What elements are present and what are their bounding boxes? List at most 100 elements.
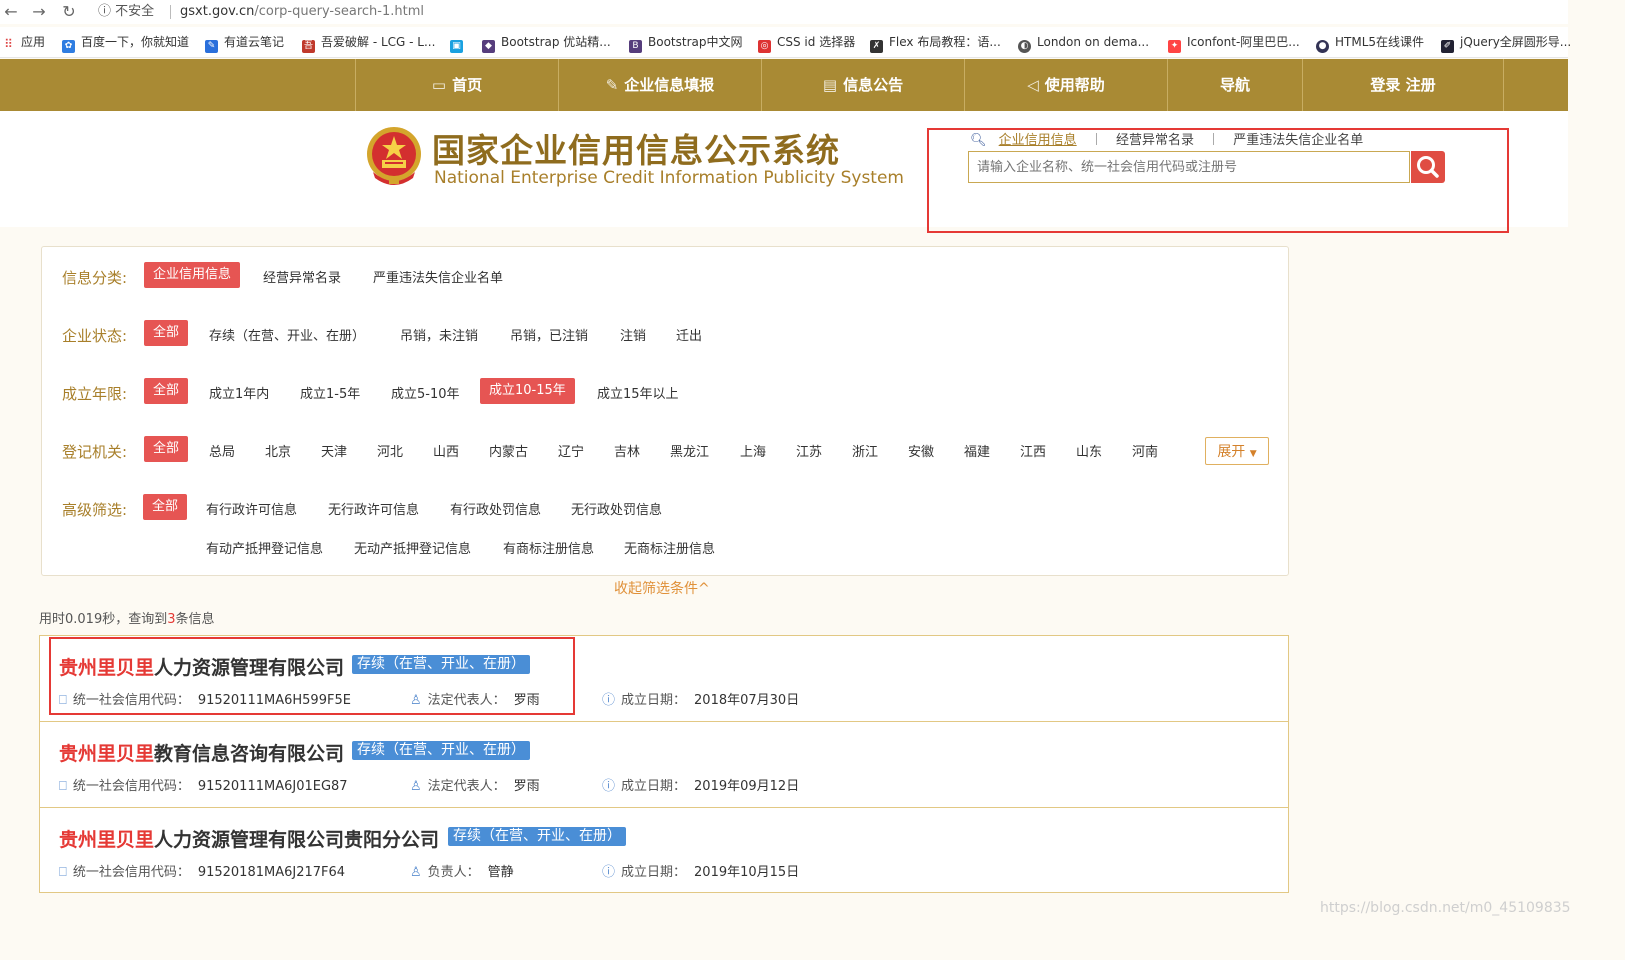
- bookmark-london[interactable]: ◐ London on dema...: [1018, 27, 1149, 57]
- monitor-icon: ▭: [431, 76, 447, 94]
- bookmark-iconfont[interactable]: ✦ Iconfont-阿里巴巴...: [1168, 27, 1300, 57]
- authority-option-jiangxi[interactable]: 江西: [1020, 441, 1046, 460]
- advanced-option-no-trademark[interactable]: 无商标注册信息: [624, 538, 715, 557]
- search-tab-credit[interactable]: 企业信用信息: [999, 129, 1077, 148]
- company-name-link[interactable]: 贵州里贝里人力资源管理有限公司贵阳分公司: [59, 825, 439, 852]
- advanced-option-has-penalty[interactable]: 有行政处罚信息: [450, 499, 541, 518]
- youdao-note-icon: ✎: [205, 40, 218, 53]
- age-option-lt1[interactable]: 成立1年内: [209, 383, 269, 402]
- age-option-1-5[interactable]: 成立1-5年: [300, 383, 360, 402]
- search-tab-blacklist[interactable]: 严重违法失信企业名单: [1233, 129, 1363, 148]
- authority-option-anhui[interactable]: 安徽: [908, 441, 934, 460]
- category-option-blacklist[interactable]: 严重违法失信企业名单: [373, 267, 503, 286]
- main-nav: ▭ 首页 ✎ 企业信息填报 ▤ 信息公告 ◁ 使用帮助 导航 登录 注册: [0, 59, 1568, 111]
- authority-option-fujian[interactable]: 福建: [964, 441, 990, 460]
- bookmark-bilibili[interactable]: ▣: [450, 27, 469, 57]
- iconfont-icon: ✦: [1168, 40, 1181, 53]
- advanced-option-no-penalty[interactable]: 无行政处罚信息: [571, 499, 662, 518]
- bookmark-bootstrap-youzhan[interactable]: ◆ Bootstrap 优站精...: [482, 27, 611, 57]
- status-option-moved-out[interactable]: 迁出: [676, 325, 702, 344]
- search-tab-abnormal[interactable]: 经营异常名录: [1116, 129, 1194, 148]
- bookmark-apps[interactable]: ⠿ 应用: [2, 27, 45, 57]
- nav-info-report[interactable]: ✎ 企业信息填报: [558, 59, 761, 111]
- site-title: 国家企业信用信息公示系统: [432, 131, 840, 170]
- category-option-credit[interactable]: 企业信用信息: [144, 262, 241, 288]
- tab-divider: [1095, 133, 1097, 145]
- authority-option-liaoning[interactable]: 辽宁: [558, 441, 584, 460]
- advanced-option-no-license[interactable]: 无行政许可信息: [328, 499, 419, 518]
- bookmark-jquery[interactable]: ✐ jQuery全屏圆形导...: [1441, 27, 1571, 57]
- person-icon: ♙: [410, 865, 422, 880]
- authority-option-beijing[interactable]: 北京: [265, 441, 291, 460]
- age-option-10-15[interactable]: 成立10-15年: [480, 378, 575, 404]
- site-subtitle: National Enterprise Credit Information P…: [434, 168, 904, 188]
- reload-icon[interactable]: ↻: [58, 2, 80, 22]
- authority-option-zongju[interactable]: 总局: [209, 441, 235, 460]
- book-icon: ⎕: [59, 779, 67, 794]
- age-option-gt15[interactable]: 成立15年以上: [597, 383, 679, 402]
- advanced-option-has-trademark[interactable]: 有商标注册信息: [503, 538, 594, 557]
- credit-code: ⎕ 统一社会信用代码： 91520111MA6H599F5E: [59, 693, 351, 708]
- site-security-indicator[interactable]: ⓘ 不安全: [98, 2, 154, 22]
- bookmark-css-id[interactable]: ◎ CSS id 选择器: [758, 27, 855, 57]
- info-circle-icon: ⓘ: [602, 865, 616, 880]
- tab-divider: [1213, 133, 1215, 145]
- authority-option-all[interactable]: 全部: [144, 436, 189, 462]
- nav-help[interactable]: ◁ 使用帮助: [964, 59, 1167, 111]
- advanced-option-no-mortgage[interactable]: 无动产抵押登记信息: [354, 538, 471, 557]
- authority-option-jilin[interactable]: 吉林: [614, 441, 640, 460]
- status-option-revoked-cancelled[interactable]: 吊销，已注销: [510, 325, 588, 344]
- advanced-option-has-license[interactable]: 有行政许可信息: [206, 499, 297, 518]
- bookmark-html5[interactable]: ● HTML5在线课件: [1316, 27, 1424, 57]
- nav-login-register[interactable]: 登录 注册: [1302, 59, 1504, 111]
- advanced-option-all[interactable]: 全部: [143, 494, 188, 520]
- authority-option-heilongjiang[interactable]: 黑龙江: [670, 441, 709, 460]
- authority-option-jiangsu[interactable]: 江苏: [796, 441, 822, 460]
- status-option-cancelled[interactable]: 注销: [620, 325, 646, 344]
- filter-label-advanced: 高级筛选:: [62, 501, 128, 519]
- category-option-abnormal[interactable]: 经营异常名录: [263, 267, 341, 286]
- authority-option-shandong[interactable]: 山东: [1076, 441, 1102, 460]
- authority-option-henan[interactable]: 河南: [1132, 441, 1158, 460]
- bookmark-baidu[interactable]: ✿ 百度一下，你就知道: [62, 27, 189, 57]
- nav-home[interactable]: ▭ 首页: [355, 59, 558, 111]
- advanced-option-has-mortgage[interactable]: 有动产抵押登记信息: [206, 538, 323, 557]
- status-option-all[interactable]: 全部: [144, 320, 189, 346]
- authority-option-tianjin[interactable]: 天津: [321, 441, 347, 460]
- status-badge: 存续（在营、开业、在册）: [352, 655, 530, 674]
- establish-date: ⓘ 成立日期： 2019年10月15日: [602, 861, 799, 880]
- bookmark-flex[interactable]: ✗ Flex 布局教程：语...: [870, 27, 1001, 57]
- company-name-link[interactable]: 贵州里贝里人力资源管理有限公司: [59, 653, 344, 680]
- nav-announcements[interactable]: ▤ 信息公告: [761, 59, 964, 111]
- collapse-filters-link[interactable]: 收起筛选条件^: [614, 578, 710, 598]
- expand-authority-button[interactable]: 展开 ▼: [1205, 437, 1269, 465]
- filter-label-age: 成立年限:: [62, 385, 128, 403]
- authority-option-hebei[interactable]: 河北: [377, 441, 403, 460]
- filter-panel: [41, 246, 1289, 576]
- age-option-5-10[interactable]: 成立5-10年: [391, 383, 460, 402]
- legal-representative: ♙ 法定代表人： 罗雨: [410, 779, 540, 794]
- nav-navigation[interactable]: 导航: [1167, 59, 1302, 111]
- status-option-active[interactable]: 存续（在营、开业、在册）: [209, 325, 365, 344]
- authority-option-shanxi[interactable]: 山西: [433, 441, 459, 460]
- bookmark-youdao[interactable]: ✎ 有道云笔记: [205, 27, 284, 57]
- html5-course-icon: ●: [1316, 40, 1329, 53]
- company-name-link[interactable]: 贵州里贝里教育信息咨询有限公司: [59, 739, 344, 766]
- forward-arrow-icon[interactable]: →: [28, 2, 50, 22]
- bookmark-52pojie[interactable]: 吾吾爱破解 - LCG - L...: [302, 27, 435, 57]
- status-option-revoked-not-cancelled[interactable]: 吊销，未注销: [400, 325, 478, 344]
- authority-option-neimenggu[interactable]: 内蒙古: [489, 441, 528, 460]
- search-input[interactable]: [968, 151, 1410, 183]
- back-arrow-icon[interactable]: ←: [0, 2, 22, 22]
- info-icon: ⓘ: [98, 4, 112, 19]
- age-option-all[interactable]: 全部: [144, 378, 189, 404]
- edit-icon: ✎: [605, 76, 619, 94]
- authority-option-zhejiang[interactable]: 浙江: [852, 441, 878, 460]
- book-icon: ⎕: [59, 693, 67, 708]
- bookmark-bootstrap-cn[interactable]: B Bootstrap中文网: [629, 27, 742, 57]
- search-button[interactable]: [1411, 151, 1445, 183]
- person-icon: ♙: [410, 693, 422, 708]
- authority-option-shanghai[interactable]: 上海: [740, 441, 766, 460]
- bootstrap-purple-icon: ◆: [482, 40, 495, 53]
- url-field[interactable]: gsxt.gov.cn/corp-query-search-1.html: [180, 2, 424, 22]
